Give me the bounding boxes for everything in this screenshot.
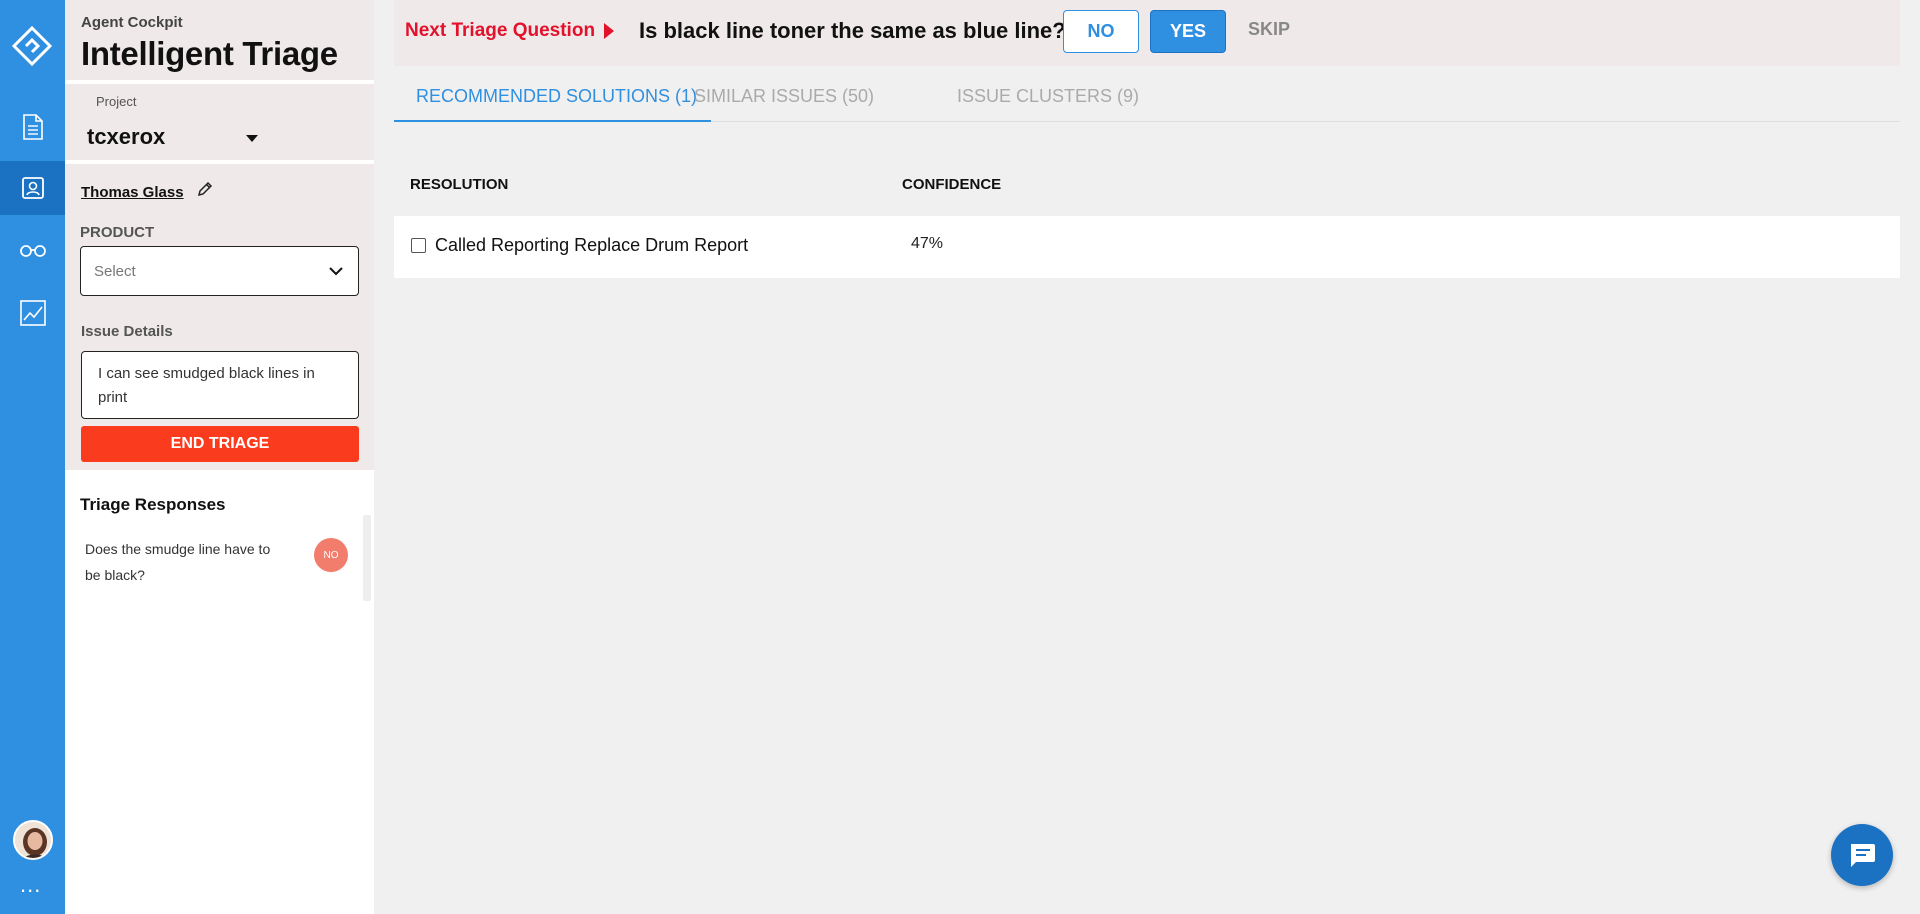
resolution-text: Called Reporting Replace Drum Report: [435, 235, 749, 255]
caret-down-icon[interactable]: [246, 135, 258, 142]
issue-details-input[interactable]: I can see smudged black lines in print: [81, 351, 359, 419]
glasses-icon[interactable]: [0, 224, 65, 278]
yes-button[interactable]: YES: [1150, 10, 1226, 53]
project-label: Project: [96, 94, 137, 109]
row-checkbox[interactable]: [411, 238, 426, 253]
product-select-value: Select: [94, 263, 136, 280]
app-logo-icon[interactable]: [11, 25, 53, 67]
issue-details-label: Issue Details: [81, 323, 173, 340]
page-title: Intelligent Triage: [81, 35, 338, 72]
confidence-value: 47%: [911, 235, 944, 252]
chat-icon[interactable]: [1831, 824, 1893, 886]
product-select[interactable]: Select: [80, 246, 359, 296]
response-answer-badge: NO: [314, 538, 348, 572]
main-content: Next Triage Question Is black line toner…: [374, 0, 1920, 914]
chevron-down-icon: [328, 263, 344, 279]
no-button[interactable]: NO: [1063, 10, 1139, 53]
tab-recommended-solutions[interactable]: RECOMMENDED SOLUTIONS (1): [416, 86, 697, 107]
contact-icon[interactable]: [0, 161, 65, 215]
section-label: Agent Cockpit: [81, 14, 183, 31]
more-menu-icon[interactable]: ...: [20, 874, 41, 896]
project-selector[interactable]: tcxerox: [87, 124, 165, 150]
chart-icon[interactable]: [0, 286, 65, 340]
triage-question-bar: Next Triage Question Is black line toner…: [394, 0, 1900, 66]
triage-panel: Agent Cockpit Intelligent Triage Project…: [65, 0, 374, 914]
tab-issue-clusters[interactable]: ISSUE CLUSTERS (9): [957, 86, 1139, 107]
column-header-confidence: CONFIDENCE: [902, 176, 1002, 193]
results-tabs: RECOMMENDED SOLUTIONS (1) SIMILAR ISSUES…: [394, 72, 1900, 122]
avatar[interactable]: [13, 820, 53, 860]
response-question: Does the smudge line have to be black?: [85, 541, 271, 583]
triage-question: Is black line toner the same as blue lin…: [639, 18, 1066, 43]
active-tab-indicator: [394, 120, 711, 122]
product-label: PRODUCT: [80, 224, 155, 241]
tab-similar-issues[interactable]: SIMILAR ISSUES (50): [694, 86, 874, 107]
end-triage-button[interactable]: END TRIAGE: [81, 426, 359, 462]
skip-button[interactable]: SKIP: [1248, 19, 1290, 40]
pencil-icon[interactable]: [196, 180, 214, 198]
table-row: Called Reporting Replace Drum Report 47%: [394, 216, 1900, 278]
left-rail: ...: [0, 0, 65, 914]
column-header-resolution: RESOLUTION: [410, 176, 509, 193]
scrollbar[interactable]: [363, 515, 371, 601]
form-block: [65, 164, 374, 470]
user-name-link[interactable]: Thomas Glass: [81, 184, 184, 201]
triage-responses-title: Triage Responses: [80, 495, 226, 514]
next-question-label: Next Triage Question: [405, 20, 596, 41]
play-triangle-icon: [604, 23, 614, 39]
document-icon[interactable]: [0, 100, 65, 154]
